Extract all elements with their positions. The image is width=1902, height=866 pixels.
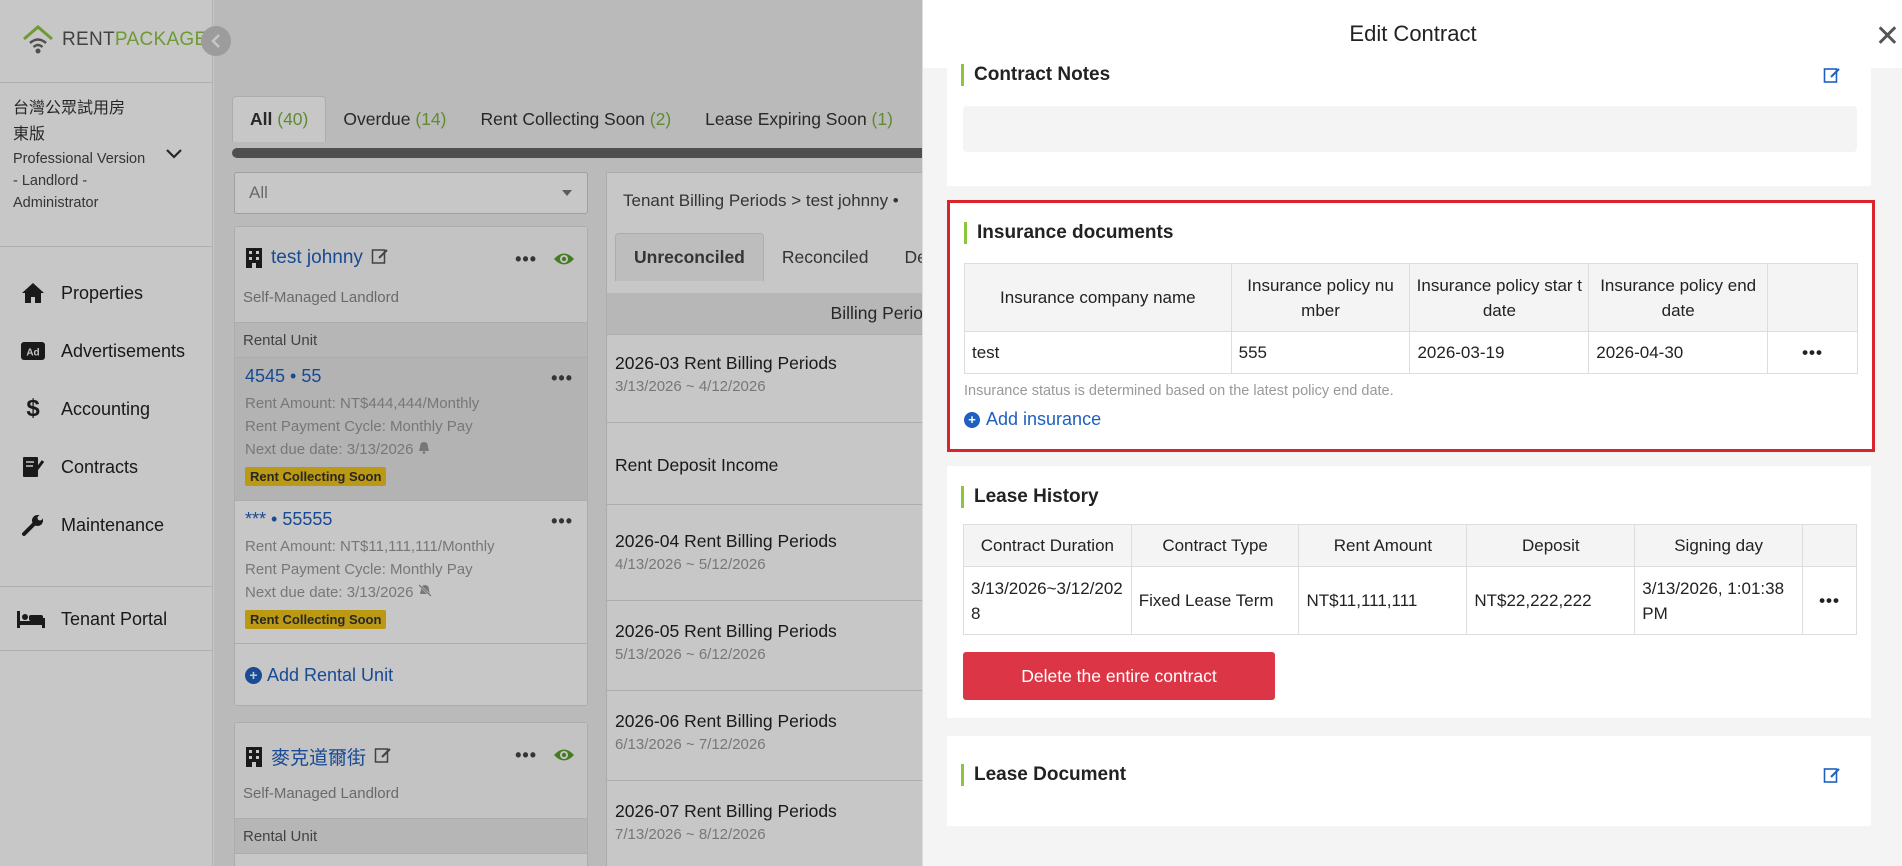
signing-day-cell: 3/13/2026, 1:01:38 PM	[1634, 566, 1804, 635]
column-header: Insurance policy star t date	[1409, 263, 1590, 332]
column-header	[1767, 263, 1858, 332]
section-title: Contract Notes	[961, 64, 1110, 86]
insurance-note: Insurance status is determined based on …	[964, 383, 1394, 399]
section-title: Insurance documents	[964, 222, 1173, 244]
lease-history-section: Lease History Contract Duration Contract…	[947, 466, 1871, 718]
column-header: Signing day	[1634, 524, 1804, 567]
column-header: Contract Duration	[963, 524, 1132, 567]
table-row: 3/13/2026~3/12/2028 Fixed Lease Term NT$…	[963, 566, 1857, 635]
duration-cell: 3/13/2026~3/12/2028	[963, 566, 1132, 635]
deposit-cell: NT$22,222,222	[1466, 566, 1636, 635]
start-date-cell: 2026-03-19	[1409, 331, 1590, 374]
plus-icon: +	[964, 411, 980, 428]
delete-contract-button[interactable]: Delete the entire contract	[963, 652, 1275, 700]
drawer-title: Edit Contract	[1349, 21, 1477, 46]
column-header: Rent Amount	[1298, 524, 1468, 567]
contract-notes-section: Contract Notes	[947, 52, 1871, 186]
insurance-table: Insurance company name Insurance policy …	[964, 263, 1858, 374]
insurance-company-cell: test	[964, 331, 1232, 374]
column-header: Insurance company name	[964, 263, 1232, 332]
column-header: Insurance policy nu mber	[1230, 263, 1411, 332]
contract-type-cell: Fixed Lease Term	[1130, 566, 1300, 635]
edit-icon[interactable]	[1823, 766, 1841, 784]
more-icon[interactable]: •••	[1802, 566, 1857, 635]
close-icon[interactable]: ✕	[1875, 22, 1900, 52]
edit-contract-drawer: Edit Contract ✕ Contract Notes Insurance…	[922, 0, 1902, 866]
lease-history-table: Contract Duration Contract Type Rent Amo…	[963, 524, 1857, 635]
table-row: test 555 2026-03-19 2026-04-30 •••	[964, 331, 1858, 374]
rent-amount-cell: NT$11,111,111	[1298, 566, 1468, 635]
edit-icon[interactable]	[1823, 66, 1841, 84]
column-header: Deposit	[1466, 524, 1636, 567]
lease-document-section: Lease Document	[947, 736, 1871, 826]
column-header: Contract Type	[1130, 524, 1300, 567]
column-header	[1802, 524, 1857, 567]
section-title: Lease Document	[961, 764, 1126, 786]
contract-notes-field[interactable]	[963, 106, 1857, 152]
section-title: Lease History	[961, 486, 1099, 508]
more-icon[interactable]: •••	[1767, 331, 1858, 374]
insurance-documents-section: Insurance documents Insurance company na…	[947, 200, 1875, 452]
column-header: Insurance policy end date	[1588, 263, 1769, 332]
policy-number-cell: 555	[1230, 331, 1411, 374]
add-insurance-button[interactable]: + Add insurance	[964, 409, 1101, 430]
end-date-cell: 2026-04-30	[1588, 331, 1769, 374]
